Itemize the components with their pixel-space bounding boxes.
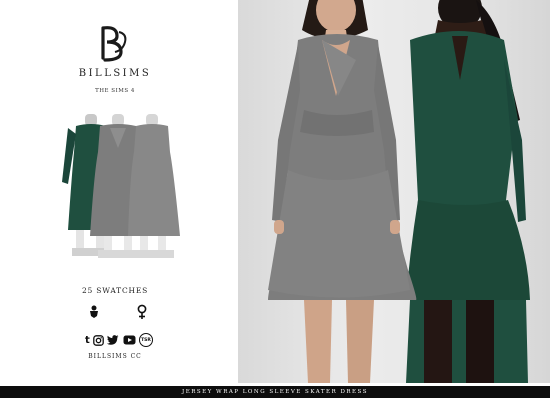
tumblr-icon[interactable]: t bbox=[85, 335, 90, 346]
bs-monogram-icon bbox=[101, 26, 127, 62]
social-icons: t TSR bbox=[85, 333, 153, 347]
male-mannequin-icon bbox=[90, 305, 98, 318]
dress-preview-mannequins bbox=[62, 114, 180, 258]
mannequin-gray-back bbox=[128, 114, 180, 258]
model-green-dress bbox=[406, 0, 530, 383]
youtube-icon[interactable] bbox=[123, 335, 136, 345]
model-gray-dress bbox=[268, 0, 417, 383]
twitter-icon[interactable] bbox=[107, 335, 119, 345]
model-photo bbox=[238, 0, 550, 383]
gender-icons bbox=[88, 304, 148, 320]
swatches-count: 25 SWATCHES bbox=[81, 286, 149, 295]
item-title: JERSEY WRAP LONG SLEEVE SKATER DRESS bbox=[182, 389, 368, 395]
instagram-icon[interactable] bbox=[93, 334, 104, 346]
cc-label: BILLSIMS CC bbox=[88, 353, 142, 360]
game-label: THE SIMS 4 bbox=[95, 88, 135, 94]
brand-name: BILLSIMS bbox=[78, 68, 152, 79]
tsr-label: TSR bbox=[141, 338, 151, 343]
model-render bbox=[268, 0, 530, 383]
tsr-icon[interactable]: TSR bbox=[138, 333, 153, 347]
female-symbol-icon bbox=[137, 304, 147, 319]
